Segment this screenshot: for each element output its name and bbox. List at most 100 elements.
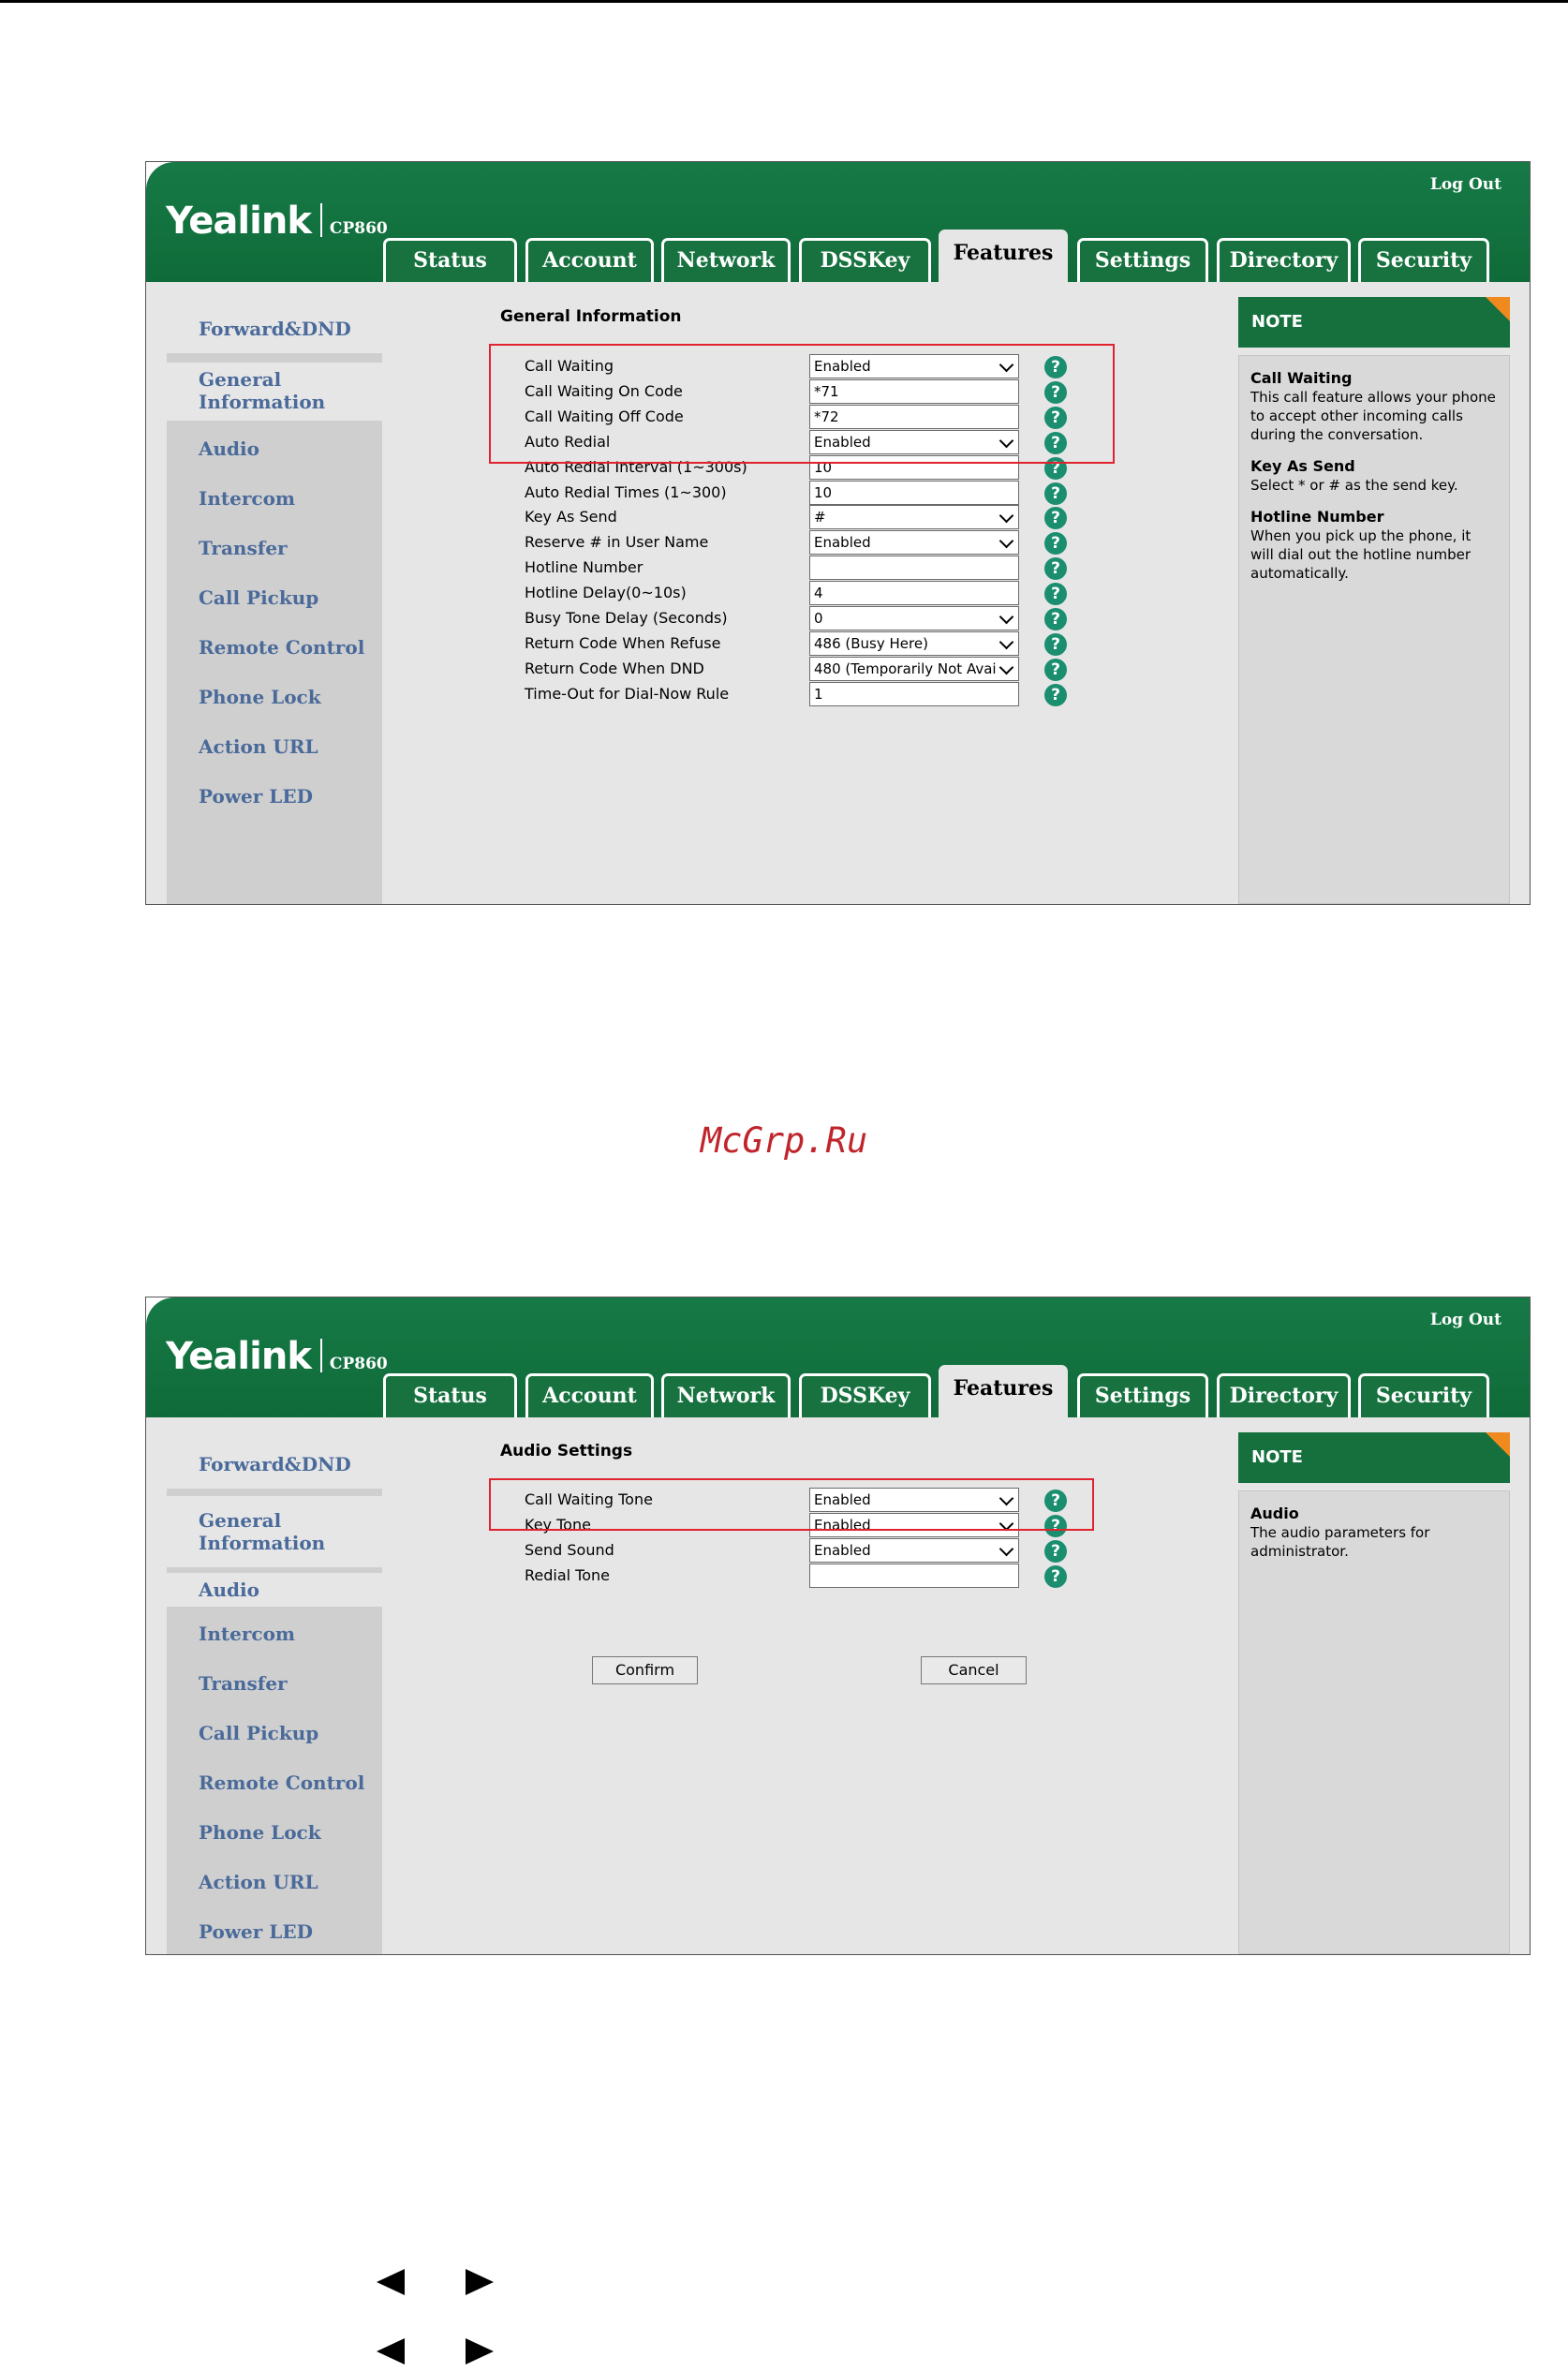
tab-status[interactable]: Status — [383, 1373, 517, 1417]
setting-label: Hotline Number — [525, 558, 643, 577]
help-icon[interactable]: ? — [1044, 507, 1067, 530]
note-heading: Key As Send — [1250, 457, 1355, 475]
tab-features[interactable]: Features — [939, 1365, 1068, 1417]
highlight-box — [489, 1478, 1094, 1531]
sidebar-item-transfer[interactable]: Transfer — [167, 537, 382, 559]
logout-link[interactable]: Log Out — [1430, 1311, 1501, 1329]
setting-select[interactable]: 0 — [809, 606, 1019, 630]
setting-select[interactable]: Enabled — [809, 1537, 1019, 1563]
setting-label: Hotline Delay(0~10s) — [525, 584, 687, 602]
sidebar-item-forward-dnd[interactable]: Forward&DND — [167, 297, 382, 361]
tab-security[interactable]: Security — [1358, 1373, 1489, 1417]
sidebar-item-power-led[interactable]: Power LED — [167, 785, 382, 808]
sidebar-item-phone-lock[interactable]: Phone Lock — [167, 1821, 382, 1844]
field-value: 10 — [814, 483, 833, 501]
note-panel: Audio The audio parameters for administra… — [1238, 1490, 1510, 1954]
note-heading: Hotline Number — [1250, 508, 1384, 526]
field-value: 480 (Temporarily Not Available) — [814, 660, 1019, 677]
tab-settings[interactable]: Settings — [1077, 1373, 1208, 1417]
tab-dsskey[interactable]: DSSKey — [799, 238, 931, 282]
tab-network[interactable]: Network — [661, 1373, 791, 1417]
tab-settings[interactable]: Settings — [1077, 238, 1208, 282]
sidebar-item-audio[interactable]: Audio — [167, 437, 382, 460]
sidebar-item-intercom[interactable]: Intercom — [167, 1623, 382, 1645]
chevron-down-icon[interactable] — [996, 607, 1018, 630]
help-icon[interactable]: ? — [1044, 658, 1067, 681]
setting-row-time-out-for-dial-now-rule: Time-Out for Dial-Now Rule 1? — [525, 681, 1087, 710]
sidebar: Forward&DND General Information Audio In… — [167, 1432, 412, 1954]
setting-select[interactable]: 486 (Busy Here) — [809, 630, 1019, 656]
setting-input[interactable]: 10 — [809, 480, 1019, 505]
tab-security[interactable]: Security — [1358, 238, 1489, 282]
chevron-down-icon[interactable] — [996, 631, 1018, 655]
setting-select[interactable]: # — [809, 505, 1019, 530]
tab-directory[interactable]: Directory — [1217, 1373, 1351, 1417]
sidebar-item-remote-control[interactable]: Remote Control — [167, 1772, 382, 1794]
sidebar-item-call-pickup[interactable]: Call Pickup — [167, 586, 382, 609]
chevron-down-icon[interactable] — [996, 531, 1018, 555]
tab-dsskey[interactable]: DSSKey — [799, 1373, 931, 1417]
setting-input[interactable] — [809, 556, 1019, 581]
tab-features[interactable]: Features — [939, 230, 1068, 282]
help-icon[interactable]: ? — [1044, 632, 1067, 656]
setting-select[interactable]: 480 (Temporarily Not Available) — [809, 656, 1019, 681]
cancel-button[interactable]: Cancel — [921, 1656, 1027, 1684]
note-header: NOTE — [1238, 297, 1510, 348]
setting-select[interactable]: Enabled — [809, 530, 1019, 556]
help-icon[interactable]: ? — [1044, 557, 1067, 581]
help-icon[interactable]: ? — [1044, 683, 1067, 706]
sidebar-item-power-led[interactable]: Power LED — [167, 1920, 382, 1943]
help-icon[interactable]: ? — [1044, 482, 1067, 505]
tab-network[interactable]: Network — [661, 238, 791, 282]
sidebar-item-remote-control[interactable]: Remote Control — [167, 636, 382, 659]
setting-row-auto-redial-times-1-300: Auto Redial Times (1~300) 10? — [525, 480, 1087, 509]
setting-input[interactable]: 4 — [809, 581, 1019, 606]
sidebar-item-intercom[interactable]: Intercom — [167, 487, 382, 510]
tab-directory[interactable]: Directory — [1217, 238, 1351, 282]
tab-status[interactable]: Status — [383, 238, 517, 282]
note-corner-icon — [1486, 297, 1510, 321]
sidebar-item-general-information[interactable]: General Information — [167, 363, 412, 421]
setting-label: Key As Send — [525, 508, 617, 526]
sidebar-item-transfer[interactable]: Transfer — [167, 1672, 382, 1695]
watermark-text: McGrp.Ru — [700, 1120, 868, 1161]
note-header: NOTE — [1238, 1432, 1510, 1483]
chevron-down-icon[interactable] — [996, 657, 1018, 680]
left-triangle-icon[interactable] — [372, 2263, 409, 2301]
sidebar-item-action-url[interactable]: Action URL — [167, 1871, 382, 1893]
setting-row-return-code-when-refuse: Return Code When Refuse 486 (Busy Here)? — [525, 630, 1087, 660]
right-triangle-icon[interactable] — [461, 2333, 498, 2370]
note-text: Select * or # as the send key. — [1250, 477, 1458, 494]
field-value: 4 — [814, 585, 823, 602]
chevron-down-icon[interactable] — [996, 1538, 1018, 1562]
sidebar-item-forward-dnd[interactable]: Forward&DND — [167, 1432, 382, 1496]
setting-label: Auto Redial Times (1~300) — [525, 482, 727, 501]
content-area: Forward&DND General Information Audio In… — [146, 282, 1530, 904]
sidebar-item-audio[interactable]: Audio — [167, 1573, 412, 1607]
setting-label: Reserve # in User Name — [525, 533, 709, 552]
sidebar-item-call-pickup[interactable]: Call Pickup — [167, 1722, 382, 1744]
left-triangle-icon[interactable] — [372, 2333, 409, 2370]
setting-input[interactable] — [809, 1563, 1019, 1588]
help-icon[interactable]: ? — [1044, 583, 1067, 606]
screenshot-general-information: Yealink CP860 Log Out Status Account Netw… — [145, 161, 1531, 905]
content-area: Forward&DND General Information Audio In… — [146, 1417, 1530, 1954]
setting-input[interactable]: 1 — [809, 681, 1019, 706]
help-icon[interactable]: ? — [1044, 532, 1067, 556]
header-bar: Yealink CP860 Log Out Status Account Netw… — [146, 1297, 1530, 1417]
setting-label: Redial Tone — [525, 1565, 611, 1584]
logout-link[interactable]: Log Out — [1430, 175, 1501, 194]
help-icon[interactable]: ? — [1044, 608, 1067, 630]
setting-label: Busy Tone Delay (Seconds) — [525, 609, 728, 627]
help-icon[interactable]: ? — [1044, 1539, 1067, 1563]
setting-label: Return Code When DND — [525, 659, 704, 677]
confirm-button[interactable]: Confirm — [592, 1656, 698, 1684]
sidebar-item-phone-lock[interactable]: Phone Lock — [167, 686, 382, 708]
help-icon[interactable]: ? — [1044, 1564, 1067, 1588]
sidebar-item-general-information[interactable]: General Information — [167, 1496, 382, 1575]
sidebar-item-action-url[interactable]: Action URL — [167, 735, 382, 758]
right-triangle-icon[interactable] — [461, 2263, 498, 2301]
tab-account[interactable]: Account — [525, 1373, 654, 1417]
tab-account[interactable]: Account — [525, 238, 654, 282]
chevron-down-icon[interactable] — [996, 506, 1018, 529]
